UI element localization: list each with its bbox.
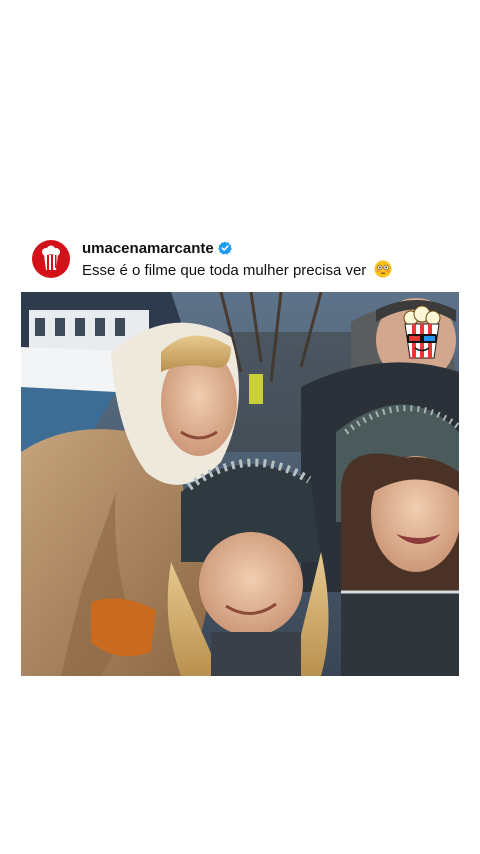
post-caption: Esse é o filme que toda mulher precisa v… [82,260,392,279]
popcorn-icon [42,245,60,270]
caption-text: Esse é o filme que toda mulher precisa v… [82,262,367,279]
popcorn-3d-glasses-icon [403,305,441,359]
flushed-face-icon [374,260,392,278]
verified-badge-icon [217,241,232,255]
post-view: umacenamarcante Esse é o filme que toda … [0,0,480,854]
avatar[interactable] [32,240,70,278]
post-media-video[interactable] [21,292,459,676]
video-frame [21,292,459,676]
post-header: umacenamarcante Esse é o filme que toda … [32,238,452,282]
username[interactable]: umacenamarcante [82,240,214,257]
username-row: umacenamarcante [82,238,232,258]
